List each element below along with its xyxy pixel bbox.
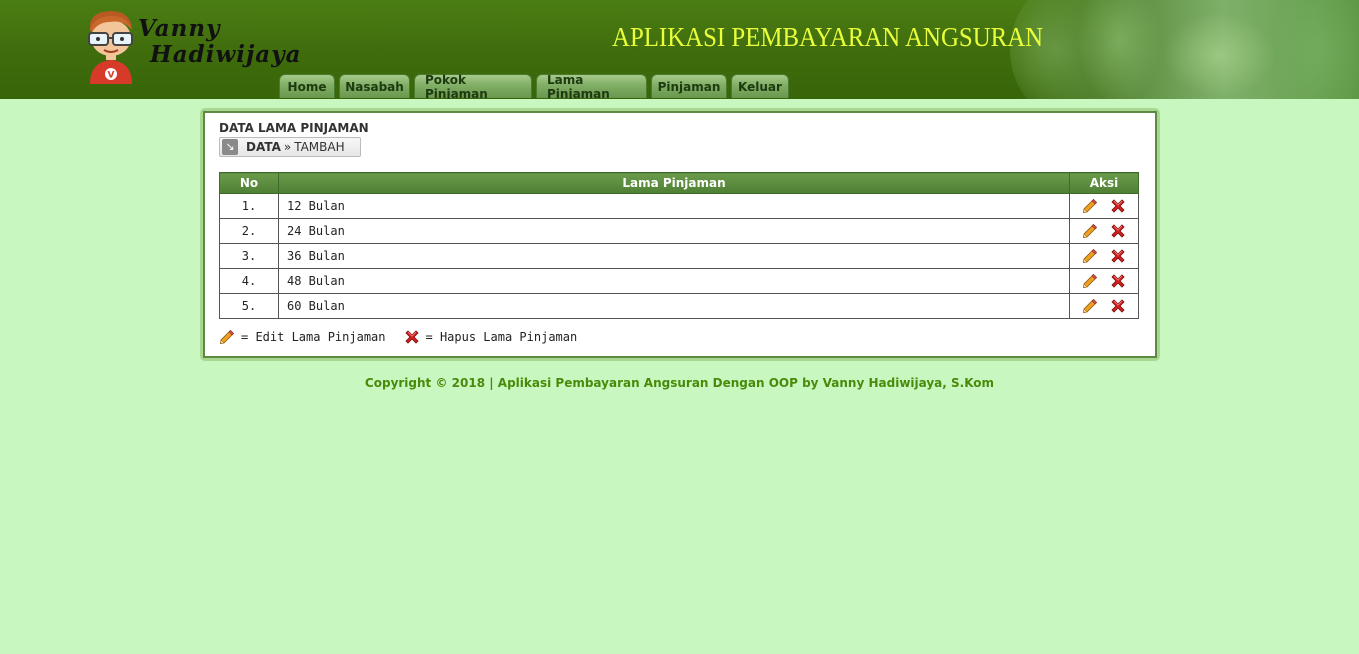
header-glow-decoration xyxy=(1019,0,1359,99)
table-row: 4. 48 Bulan xyxy=(219,268,1139,294)
nav-keluar[interactable]: Keluar xyxy=(731,74,789,98)
row-number: 3. xyxy=(219,243,279,269)
row-number: 1. xyxy=(219,193,279,219)
main-nav: Home Nasabah Pokok Pinjaman Lama Pinjama… xyxy=(279,73,789,99)
lama-pinjaman-table: No Lama Pinjaman Aksi 1. 12 Bulan 2. 24 … xyxy=(219,172,1139,319)
table-row: 3. 36 Bulan xyxy=(219,243,1139,269)
logo-line-1: Vanny xyxy=(138,15,221,42)
logo-line-2: Hadiwijaya xyxy=(150,41,302,68)
table-row: 5. 60 Bulan xyxy=(219,293,1139,319)
pencil-edit-icon[interactable] xyxy=(1082,273,1098,289)
nav-nasabah[interactable]: Nasabah xyxy=(339,74,410,98)
pencil-edit-icon[interactable] xyxy=(1082,223,1098,239)
row-number: 5. xyxy=(219,293,279,319)
action-legend: = Edit Lama Pinjaman = Hapus Lama Pinjam… xyxy=(219,329,577,345)
delete-x-icon[interactable] xyxy=(1110,273,1126,289)
table-row: 2. 24 Bulan xyxy=(219,218,1139,244)
row-lama-pinjaman: 24 Bulan xyxy=(278,218,1070,244)
app-title: APLIKASI PEMBAYARAN ANGSURAN xyxy=(612,22,1044,52)
delete-x-icon[interactable] xyxy=(1110,298,1126,314)
column-header-no: No xyxy=(219,172,279,194)
row-lama-pinjaman: 12 Bulan xyxy=(278,193,1070,219)
avatar-logo-icon: V xyxy=(88,11,133,84)
breadcrumb: ↘ DATA » TAMBAH xyxy=(219,137,361,157)
svg-text:V: V xyxy=(108,71,115,81)
delete-x-icon[interactable] xyxy=(1110,223,1126,239)
column-header-lama-pinjaman: Lama Pinjaman xyxy=(278,172,1070,194)
page-title: DATA LAMA PINJAMAN xyxy=(219,121,369,135)
row-actions xyxy=(1069,243,1139,269)
column-header-aksi: Aksi xyxy=(1069,172,1139,194)
footer-copyright: Copyright © 2018 | Aplikasi Pembayaran A… xyxy=(364,376,995,390)
table-row: 1. 12 Bulan xyxy=(219,193,1139,219)
row-actions xyxy=(1069,218,1139,244)
nav-home[interactable]: Home xyxy=(279,74,335,98)
content-panel: DATA LAMA PINJAMAN ↘ DATA » TAMBAH No La… xyxy=(200,108,1160,361)
arrow-down-right-icon: ↘ xyxy=(222,139,238,155)
delete-x-icon[interactable] xyxy=(1110,248,1126,264)
nav-lama-pinjaman[interactable]: Lama Pinjaman xyxy=(536,73,647,99)
breadcrumb-tambah-link[interactable]: TAMBAH xyxy=(294,140,344,154)
row-lama-pinjaman: 36 Bulan xyxy=(278,243,1070,269)
pencil-edit-icon xyxy=(219,329,235,345)
legend-edit-text: = Edit Lama Pinjaman xyxy=(241,330,386,344)
row-number: 2. xyxy=(219,218,279,244)
row-lama-pinjaman: 48 Bulan xyxy=(278,268,1070,294)
pencil-edit-icon[interactable] xyxy=(1082,298,1098,314)
delete-x-icon[interactable] xyxy=(1110,198,1126,214)
logo-wordmark: Vanny Hadiwijaya xyxy=(138,16,301,68)
row-actions xyxy=(1069,293,1139,319)
delete-x-icon xyxy=(404,329,420,345)
content-panel-inner: DATA LAMA PINJAMAN ↘ DATA » TAMBAH No La… xyxy=(203,111,1157,358)
nav-pinjaman[interactable]: Pinjaman xyxy=(651,74,727,98)
row-lama-pinjaman: 60 Bulan xyxy=(278,293,1070,319)
row-actions xyxy=(1069,193,1139,219)
legend-hapus-text: = Hapus Lama Pinjaman xyxy=(425,330,578,344)
table-header-row: No Lama Pinjaman Aksi xyxy=(219,172,1139,194)
row-actions xyxy=(1069,268,1139,294)
nav-pokok-pinjaman[interactable]: Pokok Pinjaman xyxy=(414,73,532,99)
breadcrumb-separator: » xyxy=(283,140,292,154)
header-banner: V Vanny Hadiwijaya APLIKASI PEMBAYARAN A… xyxy=(0,0,1359,99)
breadcrumb-current: DATA xyxy=(246,140,281,154)
pencil-edit-icon[interactable] xyxy=(1082,198,1098,214)
row-number: 4. xyxy=(219,268,279,294)
pencil-edit-icon[interactable] xyxy=(1082,248,1098,264)
